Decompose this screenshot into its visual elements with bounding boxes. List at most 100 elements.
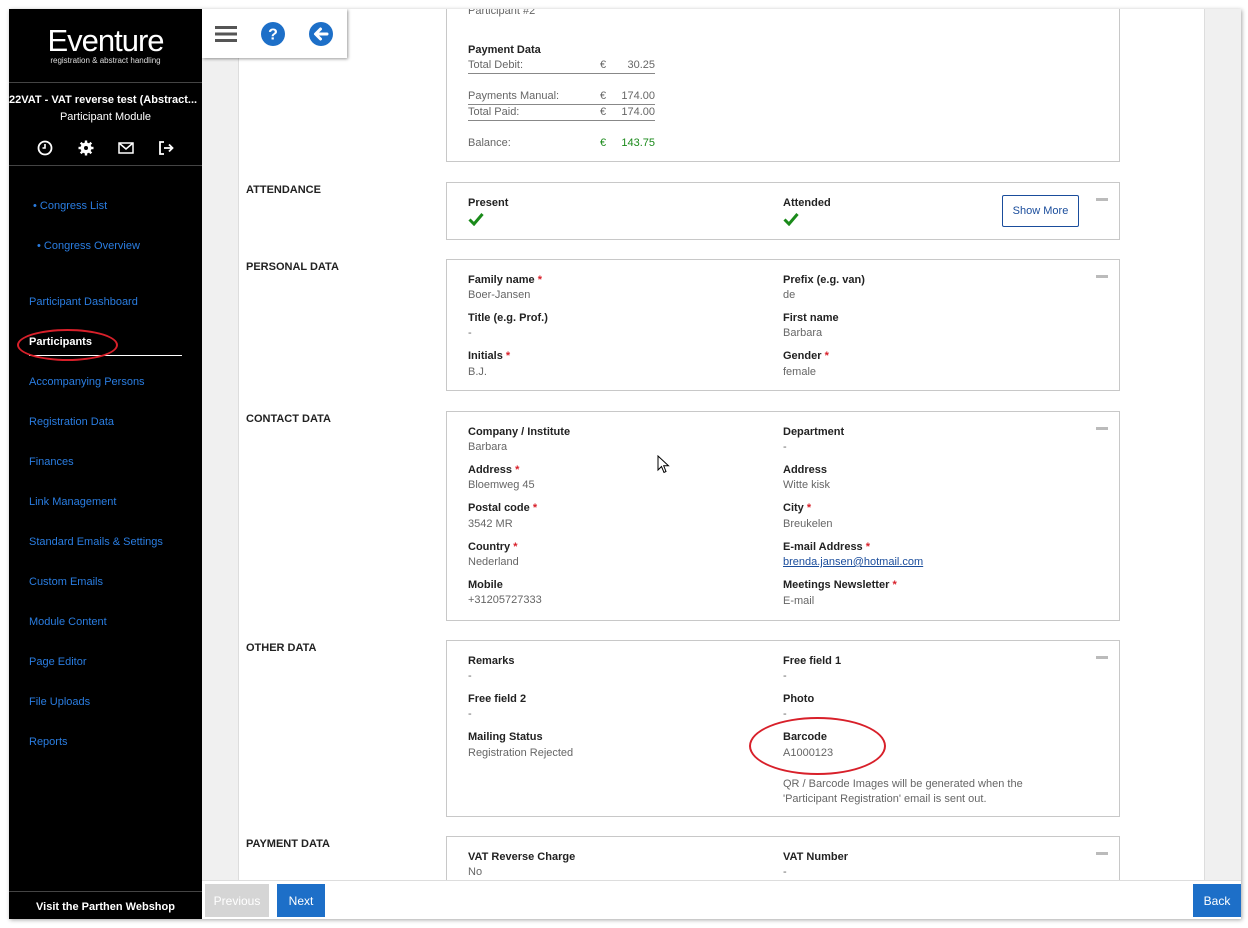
payments-manual-amount: 174.00 (621, 90, 655, 102)
sidebar-link-congress-list[interactable]: • Congress List (33, 200, 107, 212)
logo[interactable]: Eventure registration & abstract handlin… (9, 23, 202, 66)
logo-tagline: registration & abstract handling (50, 56, 161, 65)
mobile-value: +31205727333 (468, 594, 542, 606)
title-value: - (468, 327, 472, 339)
vat-number-value: - (783, 866, 787, 878)
prefix-label: Prefix (e.g. van) (783, 274, 865, 286)
remarks-value: - (468, 670, 472, 682)
back-arrow-icon[interactable] (308, 21, 334, 47)
mailing-status-value: Registration Rejected (468, 747, 574, 759)
mailing-status-label: Mailing Status (468, 731, 543, 743)
free-field-2-label: Free field 2 (468, 693, 527, 705)
sidebar-item-custom-emails[interactable]: Custom Emails (29, 576, 103, 588)
sidebar-item-participants[interactable]: Participants (29, 336, 92, 348)
menu-icon[interactable] (213, 21, 239, 47)
personal-data-card: Family name * Boer-Jansen Prefix (e.g. v… (446, 259, 1120, 391)
attended-label: Attended (783, 197, 831, 209)
remarks-label: Remarks (468, 655, 515, 667)
initials-value: B.J. (468, 366, 487, 378)
initials-label: Initials * (468, 350, 511, 362)
balance-label: Balance: (468, 137, 511, 149)
svg-text:?: ? (268, 27, 278, 44)
app-window: Eventure registration & abstract handlin… (9, 9, 1241, 919)
free-field-1-label: Free field 1 (783, 655, 842, 667)
sidebar-link-congress-overview[interactable]: • Congress Overview (37, 240, 140, 252)
city-value: Breukelen (783, 518, 833, 530)
sidebar-item-link-management[interactable]: Link Management (29, 496, 116, 508)
prefix-value: de (783, 289, 796, 301)
photo-label: Photo (783, 693, 815, 705)
module-title: Participant Module (59, 111, 152, 123)
total-paid-label: Total Paid: (468, 106, 520, 118)
family-name-value: Boer-Jansen (468, 289, 531, 301)
show-more-button[interactable]: Show More (1002, 195, 1079, 227)
balance-currency: € (600, 137, 607, 149)
active-indicator (29, 355, 182, 356)
country-label: Country * (468, 541, 518, 553)
footer-bar: Previous Next Back (202, 880, 1241, 919)
sidebar-item-participant-dashboard[interactable]: Participant Dashboard (29, 296, 138, 308)
collapse-button[interactable] (1096, 427, 1108, 430)
collapse-button[interactable] (1096, 656, 1108, 659)
sidebar-item-page-editor[interactable]: Page Editor (29, 656, 86, 668)
payment-data-heading: Payment Data (468, 44, 541, 56)
barcode-note-line: QR / Barcode Images will be generated wh… (783, 778, 1023, 790)
newsletter-label: Meetings Newsletter * (783, 579, 897, 591)
congress-title: 22VAT - VAT reverse test (Abstract... (9, 94, 198, 106)
address-label: Address * (468, 464, 520, 476)
barcode-label: Barcode (783, 731, 828, 743)
sidebar-item-standard-emails[interactable]: Standard Emails & Settings (29, 536, 163, 548)
divider (468, 120, 655, 121)
company-label: Company / Institute (468, 426, 571, 438)
postal-code-label: Postal code * (468, 502, 538, 514)
sidebar-item-finances[interactable]: Finances (29, 456, 74, 468)
total-paid-currency: € (600, 106, 607, 118)
logout-icon[interactable] (157, 139, 175, 157)
barcode-value: A1000123 (783, 747, 834, 759)
mobile-label: Mobile (468, 579, 503, 591)
section-title-personal-data: PERSONAL DATA (246, 261, 339, 273)
first-name-value: Barbara (783, 327, 823, 339)
total-debit-currency: € (600, 59, 607, 71)
back-button[interactable]: Back (1193, 884, 1241, 917)
email-link[interactable]: brenda.jansen@hotmail.com (783, 556, 923, 568)
collapse-button[interactable] (1096, 198, 1108, 201)
total-debit-amount: 30.25 (627, 59, 655, 71)
attendance-card: Present Attended Show More (446, 182, 1120, 240)
collapse-button[interactable] (1096, 275, 1108, 278)
vat-reverse-label: VAT Reverse Charge (468, 851, 576, 863)
other-data-card: Remarks - Free field 1 - Free field 2 - … (446, 640, 1120, 817)
barcode-note: QR / Barcode Images will be generated wh… (783, 777, 1023, 807)
webshop-link[interactable]: Visit the Parthen Webshop (9, 901, 202, 913)
sidebar-item-module-content[interactable]: Module Content (29, 616, 107, 628)
mail-icon[interactable] (117, 139, 135, 157)
sidebar-item-accompanying-persons[interactable]: Accompanying Persons (29, 376, 145, 388)
previous-button[interactable]: Previous (205, 884, 269, 917)
clock-icon[interactable] (36, 139, 54, 157)
vat-reverse-value: No (468, 866, 483, 878)
contact-data-card: Company / Institute Barbara Department -… (446, 411, 1120, 621)
city-label: City * (783, 502, 812, 514)
first-name-label: First name (783, 312, 839, 324)
sidebar: Eventure registration & abstract handlin… (9, 9, 202, 919)
next-button[interactable]: Next (277, 884, 325, 917)
sidebar-item-file-uploads[interactable]: File Uploads (29, 696, 90, 708)
sidebar-item-reports[interactable]: Reports (29, 736, 68, 748)
company-value: Barbara (468, 441, 508, 453)
divider (468, 73, 655, 74)
divider (9, 165, 202, 166)
toolbar: ? (202, 9, 347, 58)
gear-icon[interactable] (77, 139, 95, 157)
barcode-note-line: 'Participant Registration' email is sent… (783, 793, 987, 805)
department-value: - (783, 441, 787, 453)
logo-text: Eventure (47, 23, 164, 58)
address2-value: Witte kisk (783, 479, 831, 491)
total-debit-label: Total Debit: (468, 59, 524, 71)
payments-manual-label: Payments Manual: (468, 90, 560, 102)
sidebar-item-registration-data[interactable]: Registration Data (29, 416, 114, 428)
present-label: Present (468, 197, 509, 209)
gender-label: Gender * (783, 350, 829, 362)
collapse-button[interactable] (1096, 852, 1108, 855)
divider (9, 891, 202, 892)
help-icon[interactable]: ? (260, 21, 286, 47)
